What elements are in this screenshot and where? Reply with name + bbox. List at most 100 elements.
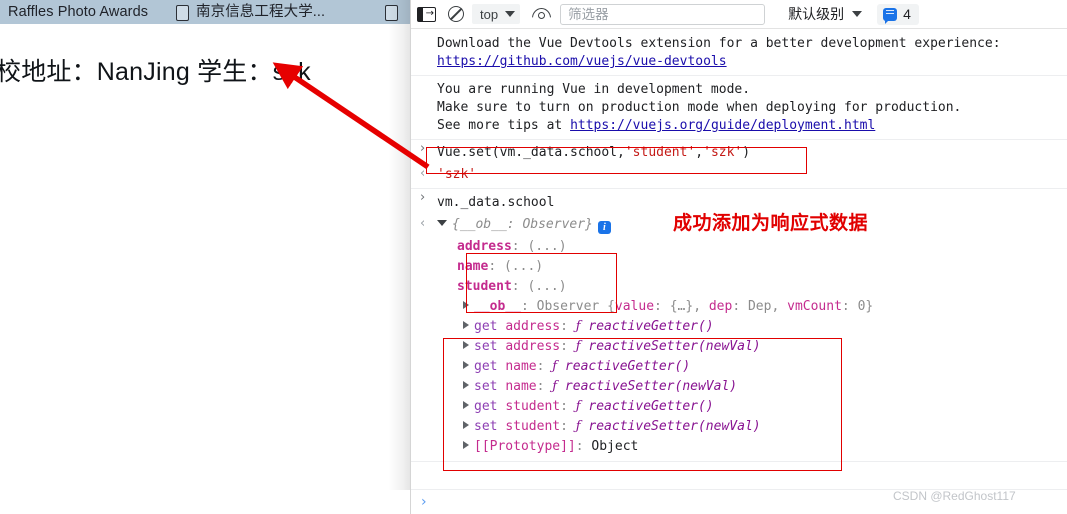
accessor-kind: set	[474, 339, 498, 354]
property-value: (...)	[527, 239, 567, 254]
observer-class: Observer	[536, 299, 600, 314]
accessor-function-label: reactiveSetter(newVal)	[564, 379, 738, 394]
accessor-function: ƒ reactiveGetter()	[575, 319, 714, 334]
browser-tab-title: Raffles Photo Awards	[8, 4, 149, 20]
accessor-function: ƒ reactiveSetter(newVal)	[575, 339, 761, 354]
console-prompt-icon: ›	[421, 494, 427, 510]
property-key: student	[457, 279, 512, 294]
property-key: __ob__	[474, 299, 521, 314]
object-property-row[interactable]: student: (...)	[411, 277, 1067, 297]
observer-entry-key: vmCount	[787, 299, 842, 314]
clear-console-button[interactable]	[448, 3, 464, 25]
input-prompt-icon: ›	[420, 190, 426, 205]
accessor-function: ƒ reactiveGetter()	[575, 399, 714, 414]
execution-context-label: top	[480, 6, 499, 22]
expander-icon[interactable]	[463, 360, 469, 369]
devtools-console-panel: top 默认级别 4 Download the Vue Devtools ext…	[410, 0, 1067, 514]
accessor-row[interactable]: get name: ƒ reactiveGetter()	[411, 357, 1067, 377]
tab-favicon-icon	[385, 5, 398, 21]
object-property-row[interactable]: name: (...)	[411, 257, 1067, 277]
accessor-kind: set	[474, 419, 498, 434]
accessor-kind: get	[474, 319, 498, 334]
console-drawer-button[interactable]	[417, 3, 436, 25]
console-message: You are running Vue in development mode.…	[411, 76, 1067, 140]
execution-context-select[interactable]: top	[472, 4, 521, 24]
observer-property-row[interactable]: __ob__: Observer {value: {…}, dep: Dep, …	[411, 297, 1067, 317]
browser-tab[interactable]: Raffles Photo Awards	[8, 0, 148, 24]
expander-icon[interactable]	[463, 340, 469, 349]
browser-pane: Raffles Photo Awards 南京信息工程大学... 校地址：Nan…	[0, 0, 410, 514]
observer-entry-value: {…}	[669, 299, 694, 314]
command-arg2: 'szk'	[703, 145, 743, 160]
console-message-line: Download the Vue Devtools extension for …	[437, 36, 1001, 51]
object-property-row[interactable]: address: (...)	[411, 234, 1067, 257]
accessor-name: student	[505, 419, 561, 434]
accessor-row[interactable]: set name: ƒ reactiveSetter(newVal)	[411, 377, 1067, 397]
live-expression-eye-icon	[532, 7, 551, 21]
annotation-note: 成功添加为响应式数据	[673, 213, 869, 234]
expander-icon[interactable]	[463, 400, 469, 409]
accessor-name: student	[505, 399, 561, 414]
accessor-function-label: reactiveGetter()	[564, 359, 691, 374]
vue-devtools-link[interactable]: https://github.com/vuejs/vue-devtools	[437, 54, 727, 69]
console-input-entry: › Vue.set(vm._data.school,'student','szk…	[411, 140, 1067, 165]
watermark-text: CSDN @RedGhost117	[893, 489, 1016, 503]
accessor-kind: set	[474, 379, 498, 394]
command-text: vm._data.school	[437, 195, 555, 210]
expander-icon[interactable]	[463, 420, 469, 429]
accessor-kind: get	[474, 359, 498, 374]
command-close-paren: )	[742, 145, 751, 160]
accessor-row[interactable]: get student: ƒ reactiveGetter()	[411, 397, 1067, 417]
console-message-line: Make sure to turn on production mode whe…	[437, 100, 962, 115]
console-message-line: You are running Vue in development mode.	[437, 82, 751, 97]
command-arg1: 'student'	[624, 145, 696, 160]
log-level-select[interactable]: 默认级别	[788, 4, 863, 24]
brace-open: {	[607, 299, 615, 314]
accessor-name: address	[505, 319, 561, 334]
info-bubble-icon	[883, 7, 898, 24]
message-count-badge[interactable]: 4	[877, 3, 919, 25]
tab-favicon-icon	[176, 5, 189, 21]
accessor-row[interactable]: get address: ƒ reactiveGetter()	[411, 317, 1067, 337]
filter-input[interactable]	[560, 3, 766, 25]
expander-icon[interactable]	[463, 300, 469, 309]
console-message-line: See more tips at	[437, 118, 571, 133]
prototype-key: [[Prototype]]	[474, 439, 576, 454]
console-message-list[interactable]: Download the Vue Devtools extension for …	[411, 29, 1067, 514]
observer-entry-key: dep	[708, 299, 733, 314]
observer-entry-key: value	[614, 299, 655, 314]
accessor-row[interactable]: set student: ƒ reactiveSetter(newVal)	[411, 417, 1067, 437]
page-rendered-text: 校地址：NanJing 学生：szk	[0, 58, 311, 86]
accessor-function: ƒ reactiveSetter(newVal)	[552, 379, 738, 394]
browser-tab[interactable]: 南京信息工程大学...	[176, 0, 325, 24]
expander-icon[interactable]	[463, 380, 469, 389]
accessor-function-label: reactiveSetter(newVal)	[588, 339, 761, 354]
info-icon[interactable]: i	[597, 221, 611, 234]
accessor-row[interactable]: set address: ƒ reactiveSetter(newVal)	[411, 337, 1067, 357]
vue-deployment-link[interactable]: https://vuejs.org/guide/deployment.html	[570, 118, 875, 133]
browser-tab[interactable]	[385, 0, 405, 24]
chevron-down-icon	[505, 11, 516, 17]
web-page-content: 校地址：NanJing 学生：szk	[0, 24, 410, 514]
accessor-function: ƒ reactiveSetter(newVal)	[575, 419, 761, 434]
chevron-down-icon	[852, 11, 863, 17]
log-level-label: 默认级别	[788, 6, 845, 22]
accessor-function-label: reactiveSetter(newVal)	[588, 419, 761, 434]
output-prompt-icon: ‹	[420, 166, 426, 181]
expander-icon[interactable]	[463, 320, 469, 329]
property-value: (...)	[503, 259, 544, 274]
observer-entry-value: Dep	[747, 299, 772, 314]
accessor-name: name	[505, 379, 537, 394]
prototype-row[interactable]: [[Prototype]]: Object	[411, 437, 1067, 462]
expander-icon[interactable]	[463, 440, 469, 449]
screenshot-root: Raffles Photo Awards 南京信息工程大学... 校地址：Nan…	[0, 0, 1067, 514]
filter-field-wrapper	[560, 3, 766, 25]
console-output-entry: ‹ 'szk'	[411, 165, 1067, 189]
message-count-value: 4	[903, 6, 911, 22]
object-expander-icon[interactable]	[437, 220, 447, 226]
property-key: name	[457, 259, 489, 274]
property-value: (...)	[527, 279, 567, 294]
command-comma: ,	[695, 145, 704, 160]
accessor-function-label: reactiveGetter()	[588, 319, 714, 334]
live-expression-button[interactable]	[532, 3, 551, 25]
